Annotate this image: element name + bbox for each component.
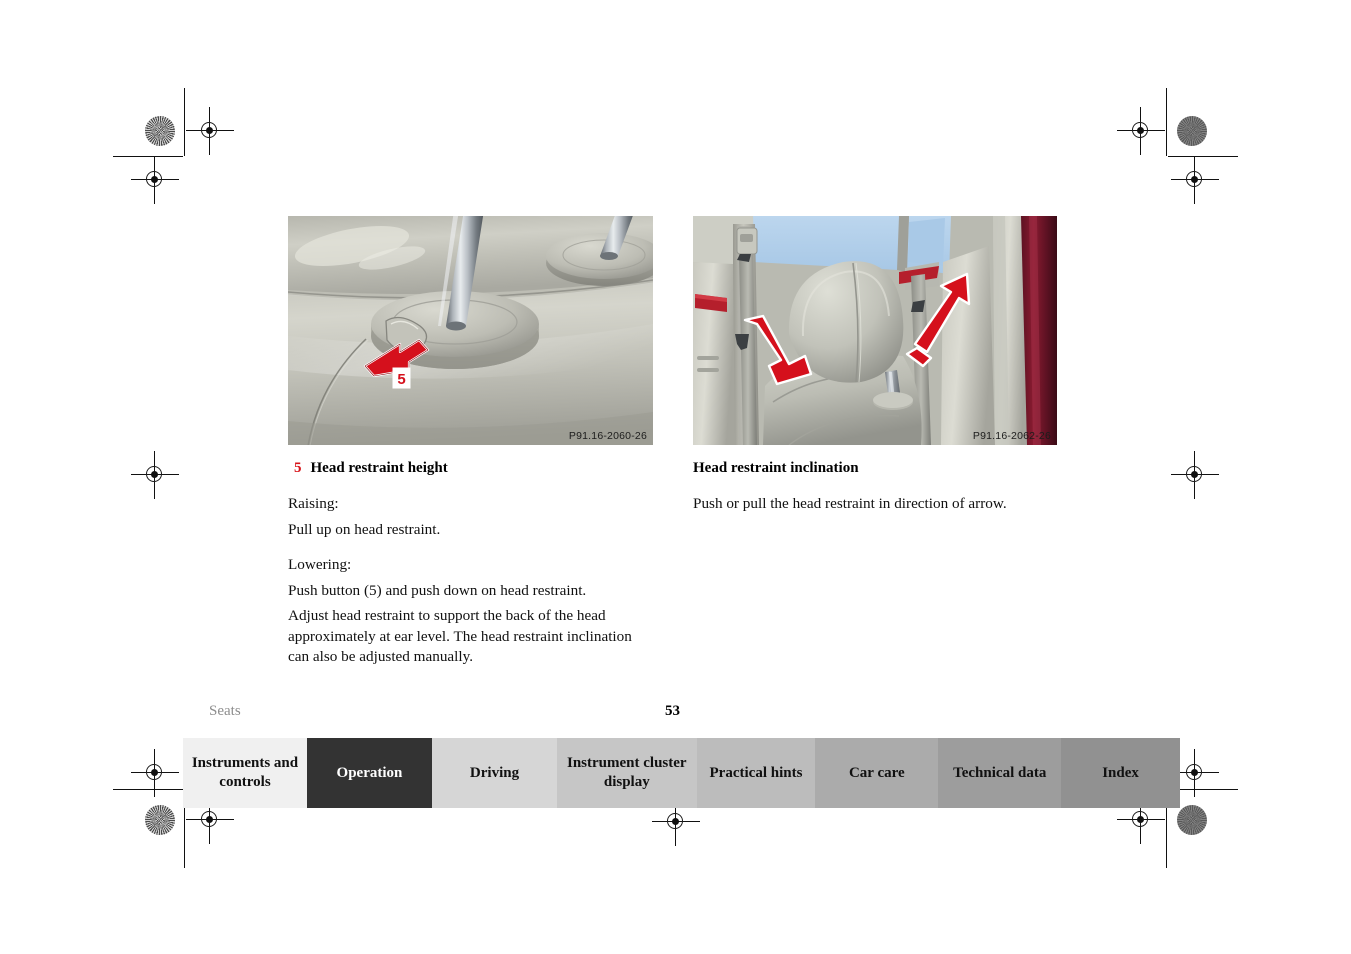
running-head: Seats	[209, 703, 241, 719]
registration-mark-top-left-2	[131, 156, 179, 204]
chapter-tab-car-care[interactable]: Car care	[815, 738, 939, 808]
head-restraint-inclination-photo	[693, 216, 1057, 445]
registration-rosette-bottom-left	[145, 805, 175, 835]
crop-line-top-left-horizontal	[113, 156, 183, 158]
left-paragraph-raising-body: Pull up on head restraint.	[288, 521, 441, 538]
chapter-tab-operation[interactable]: Operation	[306, 738, 432, 808]
registration-rosette-top-right	[1177, 116, 1207, 146]
left-paragraph-lowering-label: Lowering:	[288, 556, 352, 573]
registration-mark-bottom-right-1	[1171, 749, 1219, 797]
registration-mark-bottom-left-2	[186, 796, 234, 844]
left-figure-caption: 5 Head restraint height	[294, 460, 448, 477]
registration-mark-top-left-1	[186, 107, 234, 155]
crop-line-top-left-vertical	[184, 88, 186, 156]
photo-code-right: P91.16-2062-26	[972, 430, 1051, 442]
crop-line-bottom-left-vertical	[184, 800, 186, 868]
crop-line-top-right-vertical	[1166, 88, 1168, 156]
registration-mark-middle-left	[131, 451, 179, 499]
chapter-tab-index[interactable]: Index	[1061, 738, 1180, 808]
chapter-tab-practical-hints[interactable]: Practical hints	[696, 738, 816, 808]
crop-line-bottom-right-vertical	[1166, 800, 1168, 868]
registration-mark-top-right-2	[1171, 156, 1219, 204]
head-restraint-height-photo: 5	[288, 216, 653, 445]
registration-mark-middle-right	[1171, 451, 1219, 499]
registration-mark-bottom-left-1	[131, 749, 179, 797]
registration-mark-bottom-right-2	[1117, 796, 1165, 844]
page-number: 53	[665, 703, 680, 719]
left-paragraph-adjust-note: Adjust head restraint to support the bac…	[288, 607, 632, 665]
manual-page: 5 P91.16-2060-26 P91.16-2062-26 5 Head r…	[0, 0, 1351, 954]
svg-text:5: 5	[397, 371, 405, 388]
photo-code-left: P91.16-2060-26	[568, 430, 647, 442]
crop-line-top-right-horizontal	[1168, 156, 1238, 158]
registration-rosette-top-left	[145, 116, 175, 146]
registration-rosette-bottom-right	[1177, 805, 1207, 835]
caption-number: 5	[294, 460, 302, 476]
registration-mark-top-right-1	[1117, 107, 1165, 155]
figure-head-restraint-height: 5 P91.16-2060-26	[288, 216, 653, 445]
registration-mark-bottom-center	[652, 798, 700, 846]
left-paragraph-lowering-body: Push button (5) and push down on head re…	[288, 582, 587, 599]
right-figure-caption: Head restraint inclination	[693, 460, 859, 476]
figure-head-restraint-inclination: P91.16-2062-26	[693, 216, 1057, 445]
caption-text: Head restraint height	[310, 460, 448, 476]
chapter-tab-instruments-and-controls[interactable]: Instruments and controls	[183, 738, 307, 808]
left-paragraph-raising-label: Raising:	[288, 495, 339, 512]
chapter-tab-bar: Instruments and controls Operation Driving…	[183, 738, 1180, 808]
callout-number-5: 5	[392, 367, 411, 389]
chapter-tab-instrument-cluster-display[interactable]: Instrument cluster display	[557, 738, 697, 808]
chapter-tab-technical-data[interactable]: Technical data	[938, 738, 1062, 808]
right-paragraph-body: Push or pull the head restraint in direc…	[693, 495, 1007, 512]
chapter-tab-driving[interactable]: Driving	[431, 738, 557, 808]
